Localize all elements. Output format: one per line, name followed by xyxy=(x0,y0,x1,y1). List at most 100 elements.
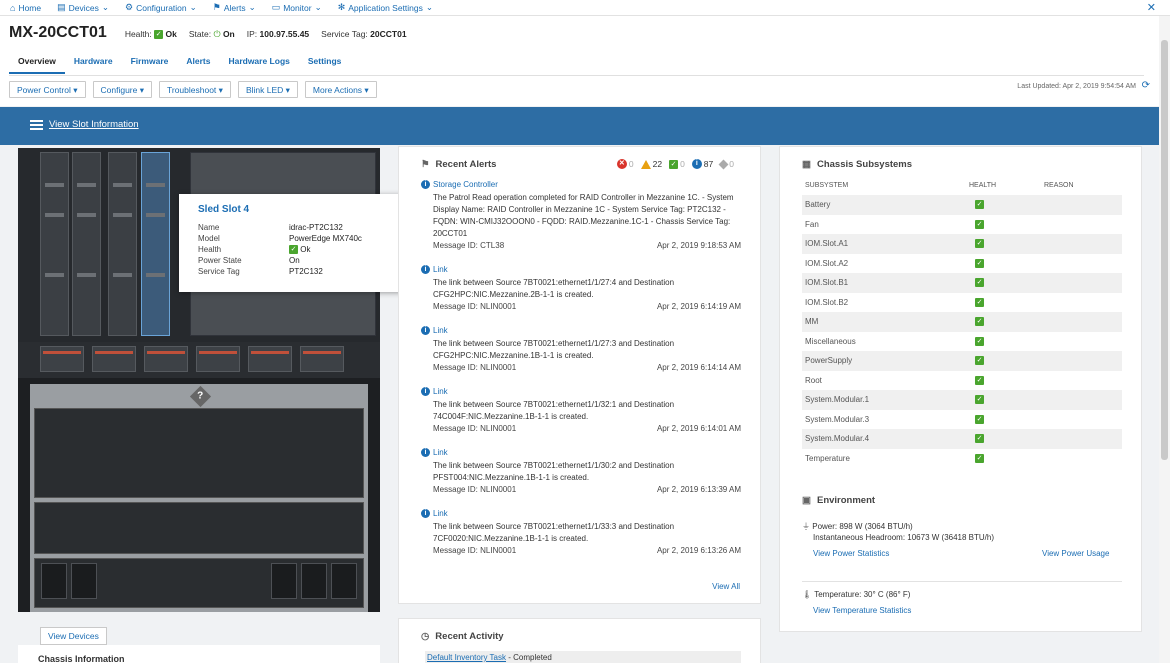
ok-check-icon: ✓ xyxy=(975,434,984,444)
alert-message-id: Message ID: CTL38 xyxy=(433,241,505,250)
table-row: System.Modular.3 ✓ xyxy=(802,410,1122,430)
nav-alerts-label: Alerts xyxy=(223,2,246,13)
recent-activity-card: ◷ Recent Activity Default Inventory Task… xyxy=(398,618,761,663)
view-all-alerts-link[interactable]: View All xyxy=(712,582,740,591)
tab-hardware[interactable]: Hardware xyxy=(65,54,122,74)
alert-title-link[interactable]: Link xyxy=(433,508,741,519)
alert-title-link[interactable]: Storage Controller xyxy=(433,179,741,190)
unknown-count[interactable]: 0 xyxy=(718,159,734,169)
sled-slot-4[interactable] xyxy=(141,152,170,336)
last-updated: Last Updated: Apr 2, 2019 9:54:54 AM xyxy=(1017,83,1136,90)
nav-home[interactable]: ⌂ Home xyxy=(10,3,41,13)
ok-check-icon: ✓ xyxy=(975,278,984,288)
more-actions-label: More Actions xyxy=(312,85,363,95)
nav-alerts[interactable]: ⚑ Alerts ⌄ xyxy=(213,2,256,13)
subsystem-name: System.Modular.3 xyxy=(805,414,870,424)
table-row: IOM.Slot.B2 ✓ xyxy=(802,293,1122,313)
configure-button[interactable]: Configure ▾ xyxy=(92,81,152,98)
subsystem-name: IOM.Slot.B1 xyxy=(805,278,849,288)
tab-hardware-logs[interactable]: Hardware Logs xyxy=(219,54,298,74)
tab-alerts[interactable]: Alerts xyxy=(177,54,219,74)
ok-check-icon: ✓ xyxy=(975,200,984,210)
subsystems-table-header: SUBSYSTEM HEALTH REASON xyxy=(802,182,1122,189)
nav-monitor[interactable]: ▭ Monitor ⌄ xyxy=(272,2,322,13)
alerts-icon: ⚑ xyxy=(212,2,221,12)
column-health: HEALTH xyxy=(969,182,997,189)
blink-led-button[interactable]: Blink LED ▾ xyxy=(237,81,298,98)
alert-message-id: Message ID: NLIN0001 xyxy=(433,363,517,372)
ok-count[interactable]: ✓ 0 xyxy=(669,159,685,169)
scrollbar[interactable] xyxy=(1159,16,1170,663)
alert-description: The link between Source 7BT0021:ethernet… xyxy=(433,400,675,421)
subsystem-name: System.Modular.4 xyxy=(805,434,870,444)
chevron-down-icon: ⌄ xyxy=(425,2,434,12)
refresh-icon[interactable]: ⟳ xyxy=(1142,80,1150,91)
activity-task-link[interactable]: Default Inventory Task xyxy=(427,653,506,662)
ok-check-icon: ✓ xyxy=(669,159,679,169)
warning-count-value: 22 xyxy=(652,159,663,169)
ok-check-icon: ✓ xyxy=(975,239,984,249)
troubleshoot-button[interactable]: Troubleshoot ▾ xyxy=(159,81,231,98)
view-slot-information-link[interactable]: View Slot Information xyxy=(30,119,139,130)
fabric-modules[interactable] xyxy=(34,408,364,498)
chevron-down-icon: ⌄ xyxy=(248,2,256,12)
recent-alerts-card: ⚑ Recent Alerts ✕ 0 22 ✓ 0 i 87 0 i Storage… xyxy=(398,146,761,604)
critical-count[interactable]: ✕ 0 xyxy=(616,159,634,169)
close-icon[interactable]: ✕ xyxy=(1147,1,1156,14)
table-row: Root ✓ xyxy=(802,371,1122,391)
ok-check-icon: ✓ xyxy=(975,336,984,346)
scrollbar-thumb[interactable] xyxy=(1161,40,1168,460)
subsystems-table: Battery ✓ Fan ✓ IOM.Slot.A1 ✓ IOM.Slot.A2 ✓ … xyxy=(802,195,1122,468)
view-power-usage-link[interactable]: View Power Usage xyxy=(1042,549,1109,558)
warning-count[interactable]: 22 xyxy=(640,159,663,169)
tooltip-title: Sled Slot 4 xyxy=(198,204,250,215)
state-value: On xyxy=(222,29,235,39)
tab-firmware[interactable]: Firmware xyxy=(122,54,178,74)
nav-devices[interactable]: ▤ Devices ⌄ xyxy=(57,2,109,13)
tooltip-key: Service Tag xyxy=(198,267,240,276)
critical-count-value: 0 xyxy=(628,159,634,169)
nav-application-settings-label: Application Settings xyxy=(348,2,423,13)
nav-configuration[interactable]: ⚙ Configuration ⌄ xyxy=(125,2,197,13)
table-row: Fan ✓ xyxy=(802,215,1122,235)
recent-alerts-title: Recent Alerts xyxy=(435,159,497,170)
info-count[interactable]: i 87 xyxy=(691,159,713,169)
alert-item: i Link The link between Source 7BT0021:e… xyxy=(421,508,741,557)
alert-title-link[interactable]: Link xyxy=(433,264,741,275)
chevron-down-icon: ⌄ xyxy=(101,2,109,12)
sled-slot-1[interactable] xyxy=(40,152,69,336)
iom-modules[interactable] xyxy=(34,502,364,554)
power-value: Power: 898 W (3064 BTU/h) xyxy=(812,522,913,531)
view-devices-button[interactable]: View Devices xyxy=(40,627,107,645)
tab-settings[interactable]: Settings xyxy=(299,54,351,74)
power-supplies[interactable] xyxy=(34,558,364,608)
service-tag-value: 20CCT01 xyxy=(370,29,407,39)
column-subsystem: SUBSYSTEM xyxy=(805,182,849,189)
tab-overview[interactable]: Overview xyxy=(9,54,65,74)
power-control-button[interactable]: Power Control ▾ xyxy=(9,81,86,98)
monitor-icon: ▭ xyxy=(271,2,281,12)
more-actions-button[interactable]: More Actions ▾ xyxy=(304,81,377,98)
alert-timestamp: Apr 2, 2019 9:18:53 AM xyxy=(656,241,741,250)
nav-home-label: Home xyxy=(18,2,42,13)
home-icon: ⌂ xyxy=(10,2,16,13)
subsystem-name: PowerSupply xyxy=(805,356,853,366)
ok-check-icon: ✓ xyxy=(975,414,984,424)
unknown-count-value: 0 xyxy=(729,159,734,169)
alert-description: The link between Source 7BT0021:ethernet… xyxy=(433,522,675,543)
sled-slot-2[interactable] xyxy=(72,152,101,336)
table-row: PowerSupply ✓ xyxy=(802,351,1122,371)
sled-slot-3[interactable] xyxy=(108,152,137,336)
subsystem-name: System.Modular.1 xyxy=(805,395,870,405)
view-power-statistics-link[interactable]: View Power Statistics xyxy=(813,549,889,558)
subsystem-name: MM xyxy=(805,317,819,327)
alert-title-link[interactable]: Link xyxy=(433,325,741,336)
view-temperature-statistics-link[interactable]: View Temperature Statistics xyxy=(813,606,911,615)
tab-divider xyxy=(9,75,1144,76)
tooltip-key: Model xyxy=(198,234,220,243)
nav-application-settings[interactable]: ✻ Application Settings ⌄ xyxy=(338,2,433,13)
alert-title-link[interactable]: Link xyxy=(433,447,741,458)
info-icon: i xyxy=(421,509,430,518)
alert-title-link[interactable]: Link xyxy=(433,386,741,397)
alert-item: i Link The link between Source 7BT0021:e… xyxy=(421,447,741,496)
